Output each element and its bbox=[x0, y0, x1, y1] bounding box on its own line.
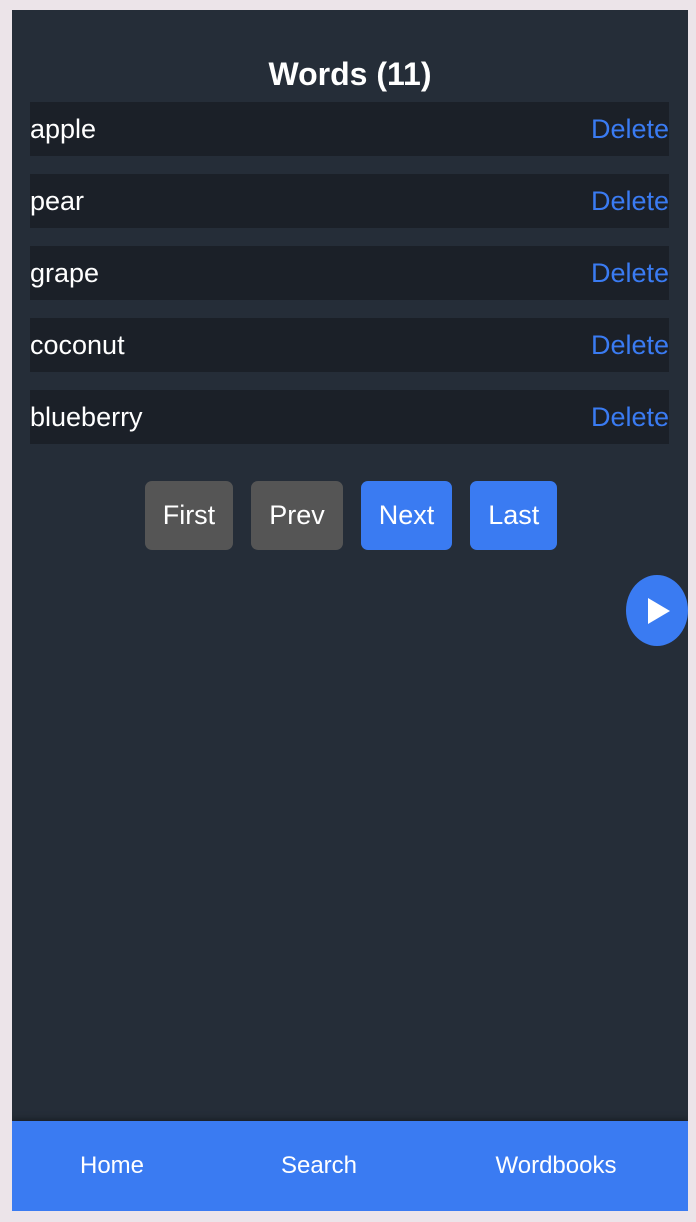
next-page-button[interactable]: Next bbox=[360, 481, 453, 550]
delete-button[interactable]: Delete bbox=[591, 330, 669, 361]
list-item: grape Delete bbox=[30, 246, 669, 300]
word-text: blueberry bbox=[30, 401, 143, 432]
pagination: First Prev Next Last bbox=[12, 481, 688, 550]
delete-button[interactable]: Delete bbox=[591, 114, 669, 145]
first-page-button[interactable]: First bbox=[144, 481, 234, 550]
word-text: apple bbox=[30, 113, 97, 144]
page-title: Words (11) bbox=[268, 56, 432, 92]
list-item: coconut Delete bbox=[30, 318, 669, 372]
nav-search[interactable]: Search bbox=[259, 1121, 379, 1211]
play-icon bbox=[648, 597, 670, 624]
word-text: pear bbox=[30, 185, 85, 216]
nav-home[interactable]: Home bbox=[52, 1121, 172, 1211]
list-item: apple Delete bbox=[30, 102, 669, 156]
list-item: blueberry Delete bbox=[30, 390, 669, 444]
word-text: coconut bbox=[30, 329, 125, 360]
word-text: grape bbox=[30, 257, 100, 288]
play-button[interactable] bbox=[626, 575, 688, 646]
app-screen: Words (11) apple Delete pear Delete grap… bbox=[12, 10, 688, 1211]
delete-button[interactable]: Delete bbox=[591, 186, 669, 217]
last-page-button[interactable]: Last bbox=[470, 481, 558, 550]
list-item: pear Delete bbox=[30, 174, 669, 228]
word-list: apple Delete pear Delete grape Delete co… bbox=[30, 102, 669, 462]
prev-page-button[interactable]: Prev bbox=[251, 481, 343, 550]
delete-button[interactable]: Delete bbox=[591, 402, 669, 433]
bottom-nav: Home Search Wordbooks bbox=[12, 1121, 688, 1211]
delete-button[interactable]: Delete bbox=[591, 258, 669, 289]
nav-wordbooks[interactable]: Wordbooks bbox=[481, 1121, 631, 1211]
